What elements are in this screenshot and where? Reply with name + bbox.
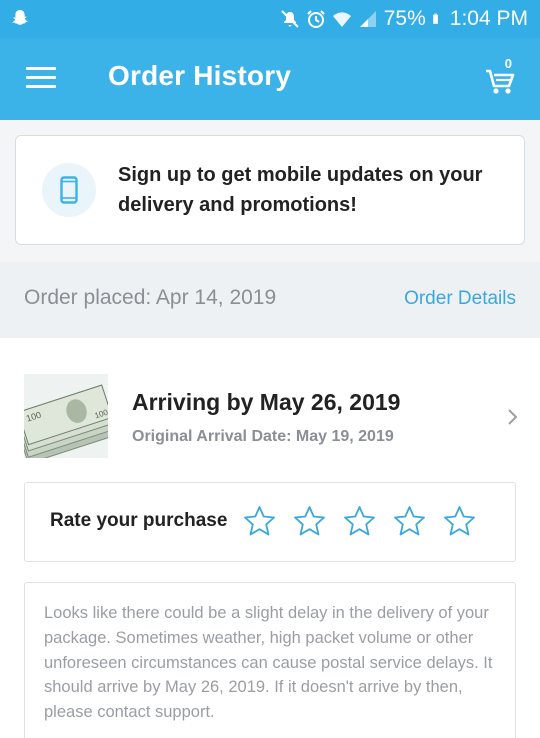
status-bar: 75% 1:04 PM (0, 0, 540, 38)
chevron-right-icon (508, 409, 518, 425)
snapchat-icon (12, 10, 28, 25)
cart-count: 0 (504, 56, 512, 71)
menu-icon[interactable] (26, 67, 56, 91)
rating-label: Rate your purchase (50, 510, 228, 531)
mute-icon (281, 10, 299, 28)
star-icon[interactable] (293, 505, 326, 538)
wifi-icon (332, 12, 351, 27)
page-title: Order History (108, 60, 292, 91)
signal-icon (359, 11, 376, 27)
phone-icon-container (42, 163, 96, 217)
alarm-icon (307, 10, 325, 28)
mobile-updates-banner[interactable]: Sign up to get mobile updates on your de… (15, 135, 525, 245)
battery-percent: 75% (383, 7, 426, 30)
phone-icon (60, 176, 78, 204)
app-bar: Order History 0 (0, 38, 540, 120)
order-item-row[interactable]: 100 100 Arriving by May 26, 2019 Origina… (0, 338, 540, 478)
clock: 1:04 PM (449, 7, 528, 30)
money-thumbnail: 100 100 (24, 374, 108, 458)
original-arrival-date: Original Arrival Date: May 19, 2019 (132, 428, 394, 445)
delay-notice: Looks like there could be a slight delay… (24, 582, 516, 738)
rating-box: Rate your purchase (24, 482, 516, 562)
status-icons: 75% 1:04 PM (280, 5, 528, 33)
banner-text: Sign up to get mobile updates on your de… (118, 164, 483, 216)
star-icon[interactable] (343, 505, 376, 538)
order-header: Order placed: Apr 14, 2019 Order Details (0, 262, 540, 338)
rating-stars (243, 505, 476, 538)
star-icon[interactable] (443, 505, 476, 538)
star-icon[interactable] (243, 505, 276, 538)
battery-icon (432, 13, 438, 24)
order-details-link[interactable]: Order Details (404, 288, 516, 310)
cart-button[interactable]: 0 (484, 56, 518, 96)
cart-icon (486, 69, 515, 94)
arrival-date: Arriving by May 26, 2019 (132, 389, 401, 415)
delay-message: Looks like there could be a slight delay… (44, 604, 493, 722)
star-icon[interactable] (393, 505, 426, 538)
order-card: 100 100 Arriving by May 26, 2019 Origina… (0, 338, 540, 738)
order-placed-date: Order placed: Apr 14, 2019 (24, 286, 277, 309)
